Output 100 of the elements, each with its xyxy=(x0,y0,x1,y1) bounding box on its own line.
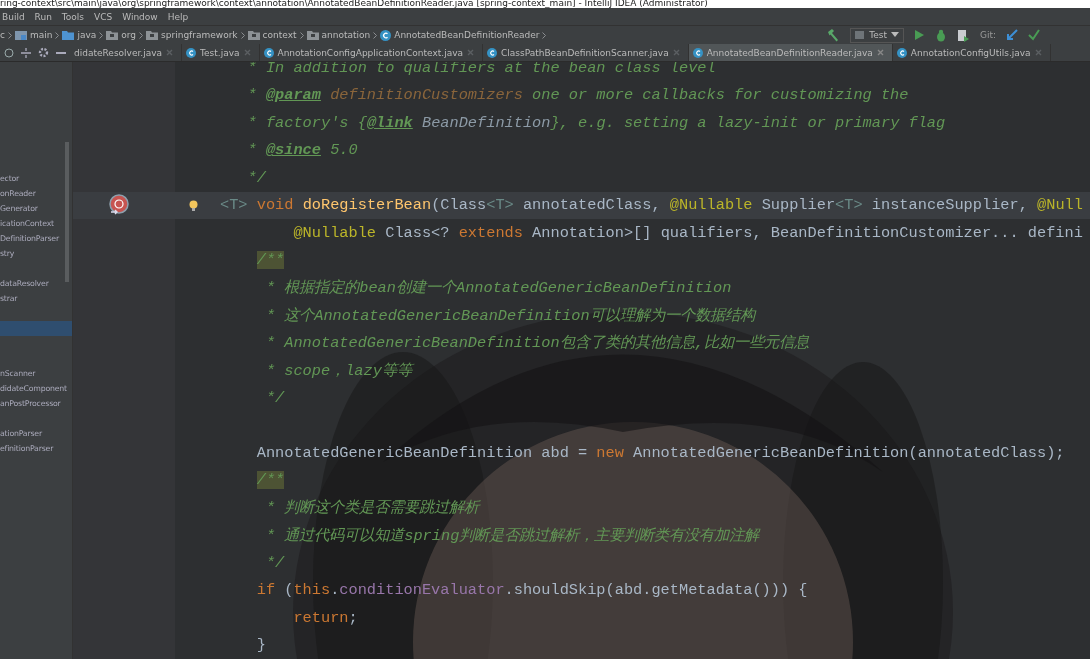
breadcrumb[interactable]: context xyxy=(247,30,297,40)
editor-tab[interactable]: AnnotationConfigApplicationContext.java xyxy=(259,44,483,61)
method-marker-icon[interactable] xyxy=(108,193,130,216)
breadcrumb[interactable]: annotation xyxy=(306,30,371,40)
class-icon xyxy=(263,47,274,58)
comment-text: * xyxy=(247,141,258,160)
breadcrumb[interactable]: springframework xyxy=(146,30,238,40)
code-text: Supplier xyxy=(760,196,836,215)
chevron-icon xyxy=(542,31,547,39)
checkmark-icon[interactable] xyxy=(1028,29,1040,41)
type-parameter: <T> xyxy=(486,196,514,215)
hammer-icon[interactable] xyxy=(826,28,841,42)
comment-text: * factory's { xyxy=(247,113,367,132)
module-folder-icon xyxy=(14,29,27,41)
comment-text: * 判断这个类是否需要跳过解析 xyxy=(265,499,480,518)
keyword: void xyxy=(255,196,295,215)
code-text: ; xyxy=(348,608,358,627)
doc-tag: @since xyxy=(265,141,321,160)
close-icon[interactable] xyxy=(467,49,474,56)
editor-tab[interactable]: didateResolver.java xyxy=(70,44,183,61)
keyword: new xyxy=(596,443,624,462)
run-icon[interactable] xyxy=(913,29,925,41)
window-icon xyxy=(855,30,866,40)
dropdown-arrow-icon xyxy=(890,32,899,38)
window-title: ring-context\src\main\java\org\springframework\context\annotation\AnnotatedBeanDefinitionReader.java [spring-context_main] - IntelliJ IDEA (Administrator) xyxy=(0,0,708,8)
editor-tab[interactable]: AnnotationConfigUtils.java xyxy=(892,44,1051,61)
comment-text: * scope，lazy等等 xyxy=(265,361,412,380)
breadcrumb[interactable]: main xyxy=(14,29,53,41)
comment-text: 5.0 xyxy=(329,141,358,160)
code-text: Annotation>[] qualifiers, BeanDefinitionCustomizer... defini xyxy=(531,223,1083,242)
comment-text: * xyxy=(247,86,258,105)
doc-parameter: definitionCustomizers xyxy=(329,86,523,105)
chevron-icon xyxy=(373,31,378,39)
chevron-icon xyxy=(99,31,104,39)
type-parameter: <T> xyxy=(220,196,248,215)
annotation: @Nullable xyxy=(669,196,753,215)
breadcrumb[interactable]: java xyxy=(62,30,97,40)
code-text: annotatedClass, xyxy=(521,196,662,215)
code-text: ( xyxy=(283,581,294,600)
close-icon[interactable] xyxy=(243,49,251,56)
menu-item[interactable]: Run xyxy=(34,11,52,22)
method-name: doRegisterBean xyxy=(302,196,432,215)
comment-start: /** xyxy=(256,251,285,270)
breadcrumb[interactable]: org xyxy=(106,30,137,40)
comment-text: * 这个AnnotatedGenericBeanDefinition可以理解为一个数据结构 xyxy=(265,306,755,325)
run-configuration-dropdown[interactable]: Test xyxy=(850,27,904,43)
code-text: .shouldSkip(abd.getMetadata())) { xyxy=(504,581,808,600)
class-icon xyxy=(380,29,392,41)
comment-text: * 通过代码可以知道spring判断是否跳过解析，主要判断类有没有加注解 xyxy=(265,526,760,545)
class-icon xyxy=(896,47,907,58)
debug-icon[interactable] xyxy=(934,28,947,42)
close-icon[interactable] xyxy=(1034,49,1042,56)
annotation: @Null xyxy=(1037,196,1083,215)
close-icon[interactable] xyxy=(166,49,174,56)
doc-tag: @link xyxy=(366,113,413,132)
comment-text: */ xyxy=(265,388,285,407)
comment-start: /** xyxy=(256,471,285,490)
keyword: extends xyxy=(458,223,523,242)
comment-text: one or more callbacks for customizing the xyxy=(531,86,909,105)
chevron-icon xyxy=(139,31,144,39)
update-arrow-icon[interactable] xyxy=(1006,29,1018,41)
chevron-icon xyxy=(240,31,245,39)
chevron-icon xyxy=(299,31,304,39)
code-text: Class<? xyxy=(384,223,451,242)
class-icon xyxy=(487,47,497,58)
editor-tab[interactable]: ClassPathBeanDefinitionScanner.java xyxy=(483,44,689,61)
editor-tab[interactable]: AnnotatedBeanDefinitionReader.java xyxy=(688,44,893,61)
close-icon[interactable] xyxy=(876,49,884,56)
collapse-icon[interactable] xyxy=(20,47,31,58)
code-text: . xyxy=(330,581,340,600)
keyword: this xyxy=(293,581,331,600)
menu-item[interactable]: Build xyxy=(2,11,25,22)
code-text: } xyxy=(256,636,266,655)
menu-item[interactable]: Window xyxy=(122,11,158,22)
breadcrumb[interactable]: c xyxy=(0,30,5,40)
class-icon xyxy=(186,47,197,58)
type-parameter: <T> xyxy=(835,196,863,215)
comment-text: * 根据指定的bean创建一个AnnotatedGenericBeanDefinition xyxy=(265,279,732,298)
editor-tab[interactable]: Test.java xyxy=(182,44,260,61)
comment-text: }, e.g. setting a lazy-init or primary flag xyxy=(550,113,946,132)
keyword: if xyxy=(256,581,276,600)
vcs-label: Git: xyxy=(979,30,996,40)
package-icon xyxy=(146,30,159,40)
comment-text: */ xyxy=(247,168,266,187)
close-icon[interactable] xyxy=(672,49,680,56)
package-icon xyxy=(106,30,119,40)
menu-item[interactable]: VCS xyxy=(94,11,113,22)
chevron-icon xyxy=(55,31,60,39)
annotation: @Nullable xyxy=(293,223,377,242)
comment-text: */ xyxy=(265,553,285,572)
coverage-icon[interactable] xyxy=(956,28,970,42)
breadcrumb[interactable]: AnnotatedBeanDefinitionReader xyxy=(380,29,540,41)
settings-icon[interactable] xyxy=(38,47,50,58)
comment-text: * AnnotatedGenericBeanDefinition包含了类的其他信息,比如一些元信息 xyxy=(265,334,809,353)
package-icon xyxy=(306,30,319,40)
code-text: instanceSupplier, xyxy=(870,196,1029,215)
lightbulb-icon[interactable] xyxy=(189,199,198,212)
menu-item[interactable]: Tools xyxy=(61,11,85,22)
doc-tag: @param xyxy=(265,86,321,105)
menu-item[interactable]: Help xyxy=(167,11,189,22)
